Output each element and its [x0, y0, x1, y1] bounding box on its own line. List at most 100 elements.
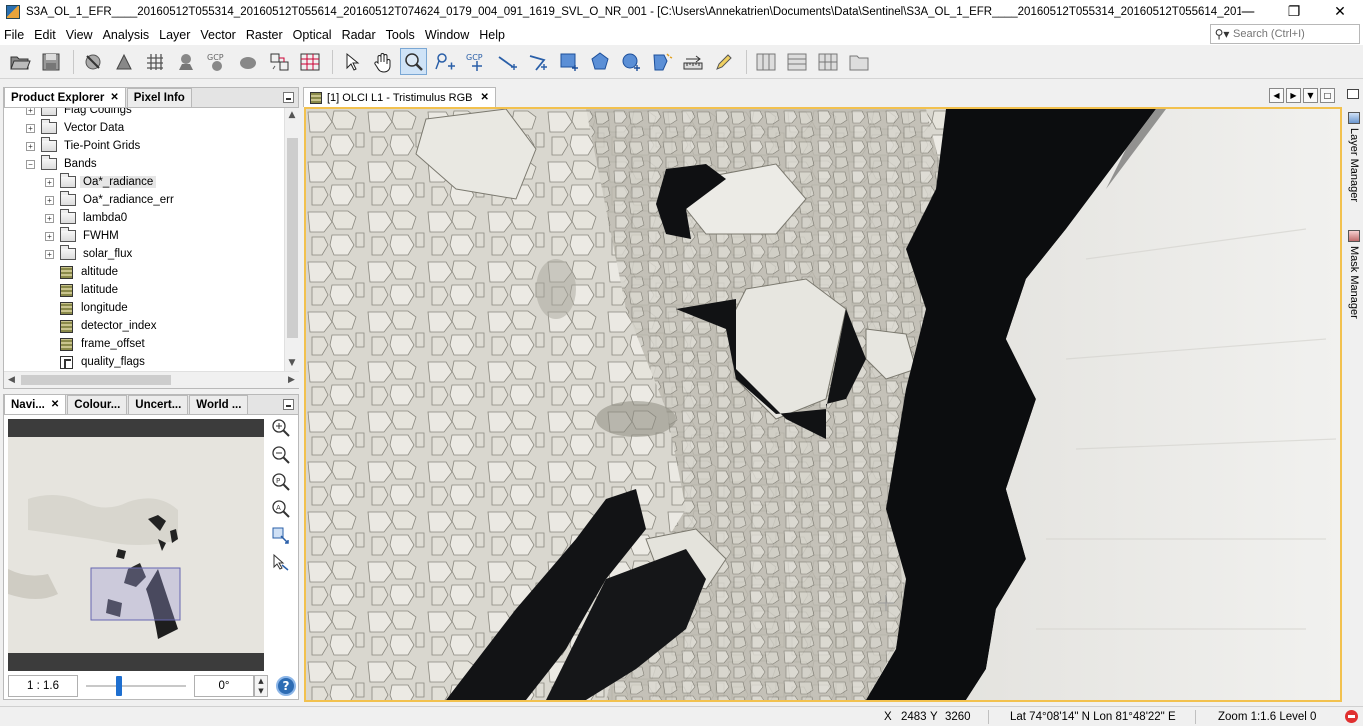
tree-item[interactable]: + Oa*_radiance: [45, 173, 157, 191]
graticule-button[interactable]: [141, 48, 168, 75]
measure-tool-button[interactable]: [710, 48, 737, 75]
expand-node-icon[interactable]: +: [45, 195, 54, 205]
tab-product-explorer[interactable]: Product Explorer ✕: [4, 87, 126, 107]
minimize-panel-button[interactable]: [283, 92, 294, 103]
zoom-pixel-button[interactable]: P: [270, 471, 292, 493]
pixel-grid-button[interactable]: [296, 48, 323, 75]
tab-colour-manipulation[interactable]: Colour...: [67, 395, 128, 414]
menu-edit[interactable]: Edit: [29, 28, 61, 42]
tree-item[interactable]: quality_flags: [45, 353, 145, 371]
tab-pixel-info[interactable]: Pixel Info: [126, 88, 192, 107]
tile-evenly-button[interactable]: [752, 48, 779, 75]
search-input[interactable]: [1233, 28, 1353, 40]
polyline-draw-button[interactable]: [524, 48, 551, 75]
menu-vector[interactable]: Vector: [195, 28, 240, 42]
tile-horizontal-button[interactable]: [783, 48, 810, 75]
close-tab-icon[interactable]: ✕: [110, 92, 118, 103]
tile-grid-button[interactable]: [814, 48, 841, 75]
gcp-manager-button[interactable]: GCP: [203, 48, 230, 75]
scrollbar-thumb[interactable]: [21, 375, 171, 385]
menu-analysis[interactable]: Analysis: [98, 28, 155, 42]
range-finder-button[interactable]: [679, 48, 706, 75]
scroll-down-arrow-icon[interactable]: ▼: [285, 356, 299, 371]
error-notification-icon[interactable]: [1345, 710, 1358, 723]
tree-item[interactable]: + Flag Codings: [26, 108, 132, 119]
tile-single-button[interactable]: [845, 48, 872, 75]
line-draw-button[interactable]: [493, 48, 520, 75]
tree-item[interactable]: + Oa*_radiance_err: [45, 191, 174, 209]
zoom-slider[interactable]: [86, 675, 186, 697]
scale-field[interactable]: 1 : 1.6: [8, 675, 78, 697]
tree-item[interactable]: + FWHM: [45, 227, 119, 245]
expand-node-icon[interactable]: +: [26, 141, 35, 151]
open-product-button[interactable]: [6, 48, 33, 75]
tab-uncertainty[interactable]: Uncert...: [128, 395, 189, 414]
tree-item[interactable]: latitude: [45, 281, 118, 299]
menu-view[interactable]: View: [61, 28, 98, 42]
menu-layer[interactable]: Layer: [154, 28, 195, 42]
magic-wand-button[interactable]: [648, 48, 675, 75]
scrollbar-thumb[interactable]: [287, 138, 298, 338]
image-view[interactable]: [304, 107, 1342, 702]
tree-horizontal-scrollbar[interactable]: ◀ ▶: [4, 371, 299, 388]
expand-node-icon[interactable]: +: [45, 213, 54, 223]
help-button[interactable]: ?: [276, 676, 296, 696]
zoom-in-button[interactable]: [270, 417, 292, 439]
rotation-spinner[interactable]: ▲ ▼: [254, 675, 268, 697]
expand-node-icon[interactable]: +: [26, 108, 35, 115]
menu-file[interactable]: File: [0, 28, 29, 42]
save-product-button[interactable]: [37, 48, 64, 75]
tab-list-icon[interactable]: ▼: [1303, 88, 1318, 103]
zoom-tool-button[interactable]: [400, 48, 427, 75]
tree-item[interactable]: detector_index: [45, 317, 156, 335]
next-tab-icon[interactable]: ▶: [1286, 88, 1301, 103]
rectangle-draw-button[interactable]: [555, 48, 582, 75]
layer-manager-tab[interactable]: Layer Manager: [1346, 112, 1362, 202]
spin-up-icon[interactable]: ▲: [255, 676, 267, 686]
tree-item[interactable]: − Bands: [26, 155, 97, 173]
spin-down-icon[interactable]: ▼: [255, 686, 267, 696]
tree-vertical-scrollbar[interactable]: ▲ ▼: [284, 108, 299, 371]
close-tab-icon[interactable]: ✕: [51, 399, 59, 410]
scroll-left-arrow-icon[interactable]: ◀: [4, 372, 19, 388]
maximize-view-icon[interactable]: □: [1320, 88, 1335, 103]
rotation-field[interactable]: 0°: [194, 675, 254, 697]
pixel-geocoding-button[interactable]: [265, 48, 292, 75]
sync-views-button[interactable]: [270, 525, 292, 547]
previous-tab-icon[interactable]: ◀: [1269, 88, 1284, 103]
band-maths-button[interactable]: [110, 48, 137, 75]
restore-window-group-icon[interactable]: [1347, 89, 1359, 99]
menu-radar[interactable]: Radar: [337, 28, 381, 42]
minimize-button[interactable]: —: [1225, 0, 1271, 24]
expand-node-icon[interactable]: +: [45, 249, 54, 259]
no-data-button[interactable]: [79, 48, 106, 75]
polygon-draw-button[interactable]: [586, 48, 613, 75]
tree-item[interactable]: + lambda0: [45, 209, 127, 227]
slider-knob[interactable]: [116, 676, 122, 696]
search-box[interactable]: ⚲▾: [1210, 24, 1360, 44]
collapse-node-icon[interactable]: −: [26, 159, 35, 169]
restore-button[interactable]: ❐: [1271, 0, 1317, 24]
tab-navigation[interactable]: Navi... ✕: [4, 394, 67, 414]
navigation-overview[interactable]: [8, 419, 264, 671]
menu-optical[interactable]: Optical: [288, 28, 337, 42]
tree-item[interactable]: altitude: [45, 263, 118, 281]
sync-cursor-button[interactable]: [270, 552, 292, 574]
zoom-all-button[interactable]: A: [270, 498, 292, 520]
ellipse-draw-button[interactable]: [617, 48, 644, 75]
pin-tool-button[interactable]: [172, 48, 199, 75]
scroll-right-arrow-icon[interactable]: ▶: [284, 372, 299, 388]
tab-olci-rgb-view[interactable]: [1] OLCI L1 - Tristimulus RGB ✕: [303, 87, 496, 107]
menu-tools[interactable]: Tools: [381, 28, 420, 42]
select-tool-button[interactable]: [338, 48, 365, 75]
gcp-placing-button[interactable]: GCP: [462, 48, 489, 75]
tree-item[interactable]: + Vector Data: [26, 119, 124, 137]
menu-window[interactable]: Window: [420, 28, 474, 42]
expand-node-icon[interactable]: +: [26, 123, 35, 133]
tab-world-view[interactable]: World ...: [189, 395, 249, 414]
pan-tool-button[interactable]: [369, 48, 396, 75]
zoom-out-button[interactable]: [270, 444, 292, 466]
mask-button[interactable]: [234, 48, 261, 75]
tree-item[interactable]: + solar_flux: [45, 245, 132, 263]
expand-node-icon[interactable]: +: [45, 231, 54, 241]
